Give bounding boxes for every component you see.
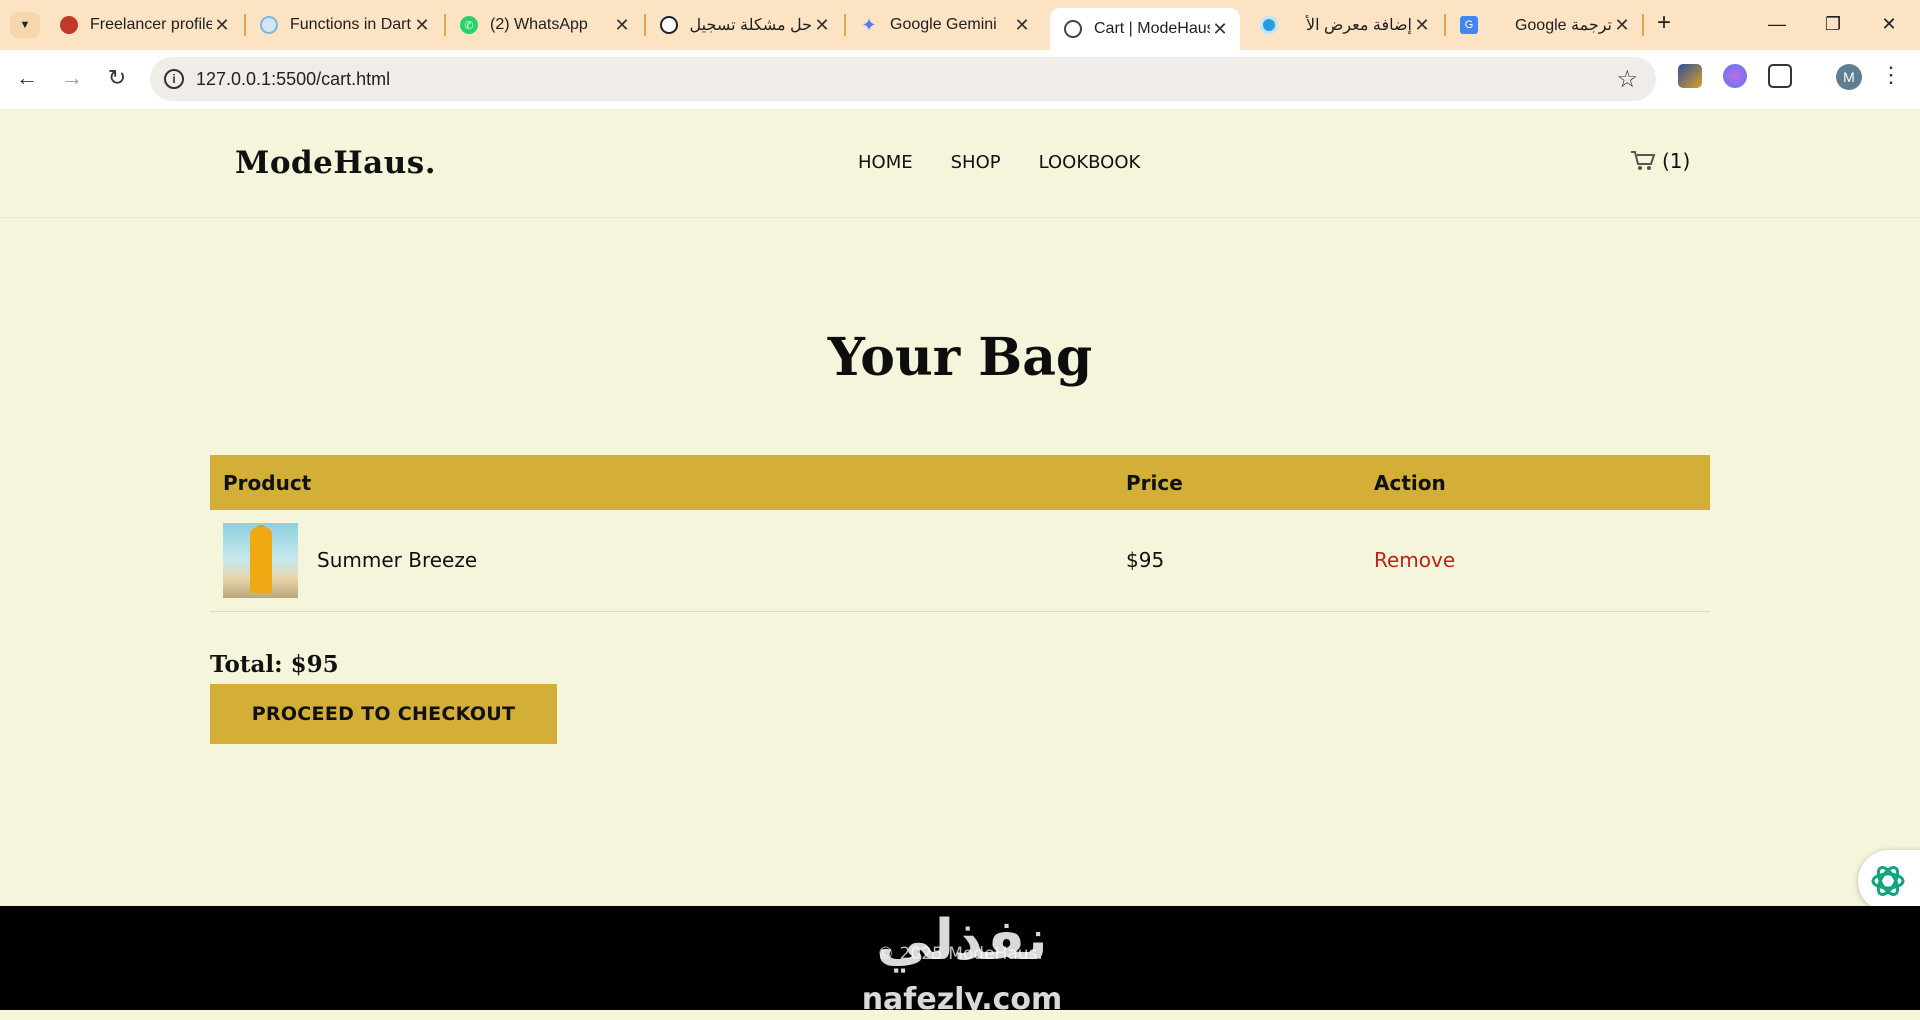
close-icon[interactable]: ✕: [1012, 15, 1032, 36]
cart-link[interactable]: (1): [1630, 149, 1690, 173]
nav-home-link[interactable]: HOME: [858, 152, 913, 173]
product-thumbnail: [223, 522, 298, 598]
footer-copyright: © 2025 ModeHaus.: [877, 944, 1043, 964]
reload-icon: ↻: [107, 65, 127, 90]
site-info-icon[interactable]: i: [164, 69, 184, 89]
site-header: ModeHaus. HOME SHOP LOOKBOOK (1): [0, 109, 1920, 218]
plus-icon: +: [1656, 9, 1671, 36]
tab-search-button[interactable]: ▼: [10, 12, 40, 38]
extension-image-icon[interactable]: [1678, 64, 1702, 88]
nav-shop-link[interactable]: SHOP: [951, 152, 1001, 173]
chatbot-button[interactable]: [1858, 850, 1920, 912]
product-name: Summer Breeze: [317, 548, 478, 573]
arrow-left-icon: ←: [16, 65, 38, 90]
close-icon[interactable]: ✕: [212, 15, 232, 36]
tab-freelancer[interactable]: Freelancer profile ✕: [46, 6, 242, 44]
minimize-button[interactable]: —: [1762, 10, 1792, 40]
remove-item-link[interactable]: Remove: [1374, 548, 1455, 572]
tab-whatsapp[interactable]: ✆ (2) WhatsApp ✕: [446, 6, 642, 44]
browser-menu-icon[interactable]: ⋮: [1880, 62, 1902, 88]
openai-icon: [1871, 866, 1905, 896]
product-cell: Summer Breeze: [210, 510, 1113, 612]
globe-icon: [1064, 20, 1082, 38]
shopping-cart-icon: [1631, 151, 1656, 170]
bottom-strip: [0, 1010, 1920, 1020]
freelancer-icon: [60, 16, 78, 34]
column-header-product: Product: [210, 455, 1113, 510]
arrow-right-icon: →: [61, 65, 83, 90]
circle-app-icon: [1260, 16, 1278, 34]
table-header-row: Product Price Action: [210, 455, 1710, 510]
gemini-icon: ✦: [861, 14, 877, 35]
tab-functions-in-dart[interactable]: Functions in Dart ✕: [246, 6, 442, 44]
tab-google-gemini[interactable]: ✦ Google Gemini ✕: [846, 6, 1042, 44]
checkout-button[interactable]: PROCEED TO CHECKOUT: [210, 684, 557, 744]
forward-button[interactable]: →: [57, 64, 87, 94]
cart-table: Product Price Action Summer Breeze $95 R…: [210, 455, 1710, 612]
page-content: ModeHaus. HOME SHOP LOOKBOOK (1) Your Ba…: [0, 109, 1920, 1020]
restore-icon: ❐: [1824, 14, 1842, 34]
close-icon[interactable]: ✕: [1412, 15, 1432, 36]
extensions-puzzle-icon[interactable]: [1768, 64, 1792, 88]
chevron-down-icon: ▼: [19, 19, 31, 31]
minimize-icon: —: [1768, 14, 1786, 34]
page-title: Your Bag: [827, 327, 1093, 388]
cart-count: (1): [1662, 149, 1691, 173]
site-footer: © 2025 ModeHaus.: [0, 906, 1920, 1010]
close-icon[interactable]: ✕: [812, 15, 832, 36]
price-cell: $95: [1113, 510, 1361, 612]
action-cell: Remove: [1361, 510, 1710, 612]
chatgpt-icon: [660, 16, 678, 34]
extension-brain-icon[interactable]: [1723, 64, 1747, 88]
bookmark-star-icon[interactable]: ☆: [1616, 65, 1638, 94]
column-header-action: Action: [1361, 455, 1710, 510]
column-header-price: Price: [1113, 455, 1361, 510]
new-tab-button[interactable]: +: [1652, 9, 1676, 36]
google-translate-icon: G: [1460, 16, 1478, 34]
address-bar[interactable]: i 127.0.0.1:5500/cart.html ☆: [150, 57, 1656, 101]
main-nav: HOME SHOP LOOKBOOK: [858, 152, 1140, 173]
tab-google-translate[interactable]: G ترجمة Google ✕: [1446, 6, 1642, 44]
nav-lookbook-link[interactable]: LOOKBOOK: [1039, 152, 1141, 173]
tab-add-gallery[interactable]: إضافة معرض الأ ✕: [1246, 6, 1442, 44]
site-logo[interactable]: ModeHaus.: [235, 145, 436, 181]
dart-doc-icon: [260, 16, 278, 34]
browser-tab-bar: ▼ Freelancer profile ✕ Functions in Dart…: [0, 0, 1920, 50]
browser-toolbar: ← → ↻ i 127.0.0.1:5500/cart.html ☆ M ⋮: [0, 50, 1920, 109]
close-icon[interactable]: ✕: [412, 15, 432, 36]
table-row: Summer Breeze $95 Remove: [210, 510, 1710, 612]
whatsapp-icon: ✆: [460, 16, 478, 34]
tab-chatgpt[interactable]: حل مشكلة تسجيل ✕: [646, 6, 842, 44]
url-text[interactable]: 127.0.0.1:5500/cart.html: [196, 69, 390, 90]
reload-button[interactable]: ↻: [102, 64, 132, 94]
close-icon: ✕: [1881, 14, 1897, 34]
close-icon[interactable]: ✕: [1612, 15, 1632, 36]
tab-cart-modehaus[interactable]: Cart | ModeHaus ✕: [1050, 8, 1240, 50]
profile-avatar[interactable]: M: [1836, 64, 1862, 90]
close-icon[interactable]: ✕: [1210, 19, 1230, 40]
close-icon[interactable]: ✕: [612, 15, 632, 36]
back-button[interactable]: ←: [12, 64, 42, 94]
restore-button[interactable]: ❐: [1818, 10, 1848, 40]
close-window-button[interactable]: ✕: [1874, 10, 1904, 40]
cart-total: Total: $95: [210, 651, 339, 678]
